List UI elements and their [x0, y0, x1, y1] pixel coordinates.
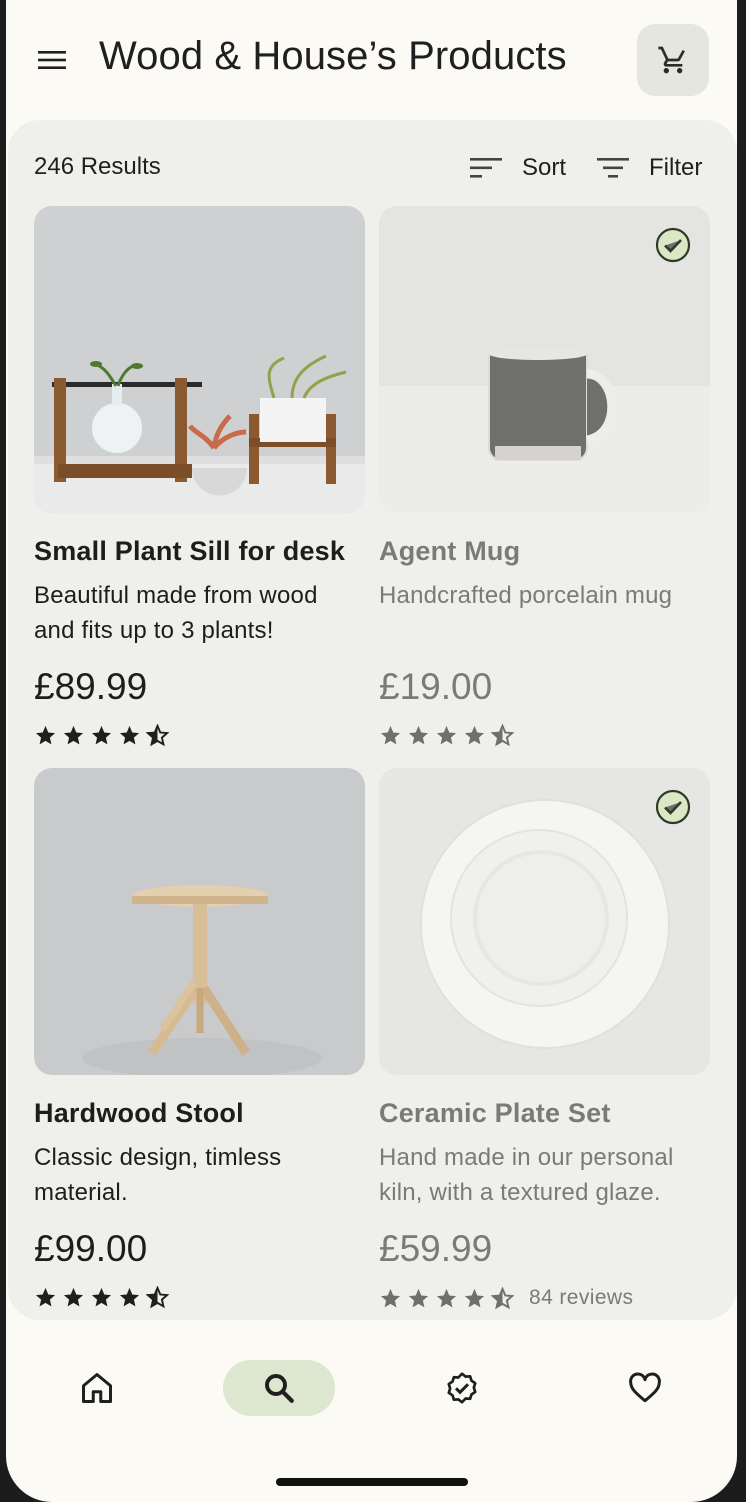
product-name: Small Plant Sill for desk: [34, 536, 346, 566]
star-rating: [34, 724, 169, 747]
star-icon: [380, 1288, 401, 1307]
star-icon: [35, 1287, 56, 1307]
filter-icon: [597, 158, 629, 178]
product-card[interactable]: Small Plant Sill for desk Beautiful made…: [34, 206, 365, 747]
product-description: Handcrafted porcelain mug: [379, 582, 673, 609]
star-half-icon: [146, 724, 169, 747]
sort-button[interactable]: Sort: [468, 146, 566, 190]
star-rating: 84 reviews: [379, 1286, 633, 1310]
app-screen: Wood & House’s Products 246 Results Sort…: [6, 0, 737, 1502]
plates-image: [379, 768, 710, 1075]
star-half-icon: [491, 1286, 514, 1309]
product-description: Hand made in our personal kiln, with a t…: [379, 1144, 674, 1206]
star-icon: [119, 1287, 140, 1307]
star-icon: [91, 1287, 112, 1307]
star-icon: [91, 725, 112, 745]
sort-label: Sort: [522, 154, 567, 181]
nav-verified[interactable]: [406, 1360, 518, 1416]
review-count: 84 reviews: [529, 1286, 634, 1309]
home-icon: [82, 1373, 112, 1403]
product-card[interactable]: Hardwood Stool Classic design, timless m…: [34, 768, 365, 1309]
results-sheet: 246 Results Sort Filter Small Plant Sill…: [8, 120, 737, 1320]
mug-image: [379, 206, 710, 513]
home-indicator[interactable]: [276, 1478, 468, 1486]
product-price: £89.99: [34, 666, 148, 707]
star-icon: [408, 1288, 429, 1307]
product-description: Beautiful made from wood and fits up to …: [34, 582, 318, 644]
star-icon: [35, 725, 56, 745]
search-icon: [265, 1374, 294, 1403]
menu-button[interactable]: [30, 40, 74, 80]
sort-icon: [470, 158, 502, 178]
star-icon: [436, 1288, 457, 1307]
product-name: Hardwood Stool: [34, 1098, 244, 1128]
page-title: Wood & House’s Products: [99, 34, 567, 78]
nav-home[interactable]: [41, 1360, 153, 1416]
star-icon: [63, 725, 84, 745]
cart-button[interactable]: [637, 24, 709, 96]
star-icon: [464, 1288, 485, 1307]
plant-sill-image: [34, 206, 365, 513]
star-rating: [34, 1286, 169, 1309]
star-half-icon: [491, 724, 514, 747]
menu-icon: [38, 51, 66, 69]
filter-button[interactable]: Filter: [595, 146, 702, 190]
product-card[interactable]: Agent Mug Handcrafted porcelain mug £19.…: [379, 206, 710, 747]
product-description: Classic design, timless material.: [34, 1144, 282, 1206]
star-rating: [379, 724, 514, 747]
nav-favorites[interactable]: [589, 1360, 701, 1416]
results-count: 246 Results: [34, 153, 161, 180]
filter-label: Filter: [649, 154, 703, 181]
verified-icon: [447, 1372, 477, 1404]
product-price: £19.00: [379, 666, 493, 707]
cart-icon: [658, 46, 685, 74]
nav-search[interactable]: [223, 1360, 335, 1416]
star-icon: [63, 1287, 84, 1307]
star-icon: [119, 725, 140, 745]
product-price: £59.99: [379, 1228, 493, 1269]
check-circle-icon[interactable]: [654, 788, 692, 826]
star-half-icon: [146, 1286, 169, 1309]
stool-image: [34, 768, 365, 1075]
product-card[interactable]: Ceramic Plate Set Hand made in our perso…: [379, 768, 710, 1309]
star-icon: [408, 725, 429, 745]
star-icon: [464, 725, 485, 745]
star-icon: [436, 725, 457, 745]
star-icon: [380, 725, 401, 745]
product-name: Ceramic Plate Set: [379, 1098, 611, 1128]
product-name: Agent Mug: [379, 536, 521, 566]
check-circle-icon[interactable]: [654, 226, 692, 264]
product-price: £99.00: [34, 1228, 148, 1269]
heart-icon: [629, 1372, 661, 1403]
